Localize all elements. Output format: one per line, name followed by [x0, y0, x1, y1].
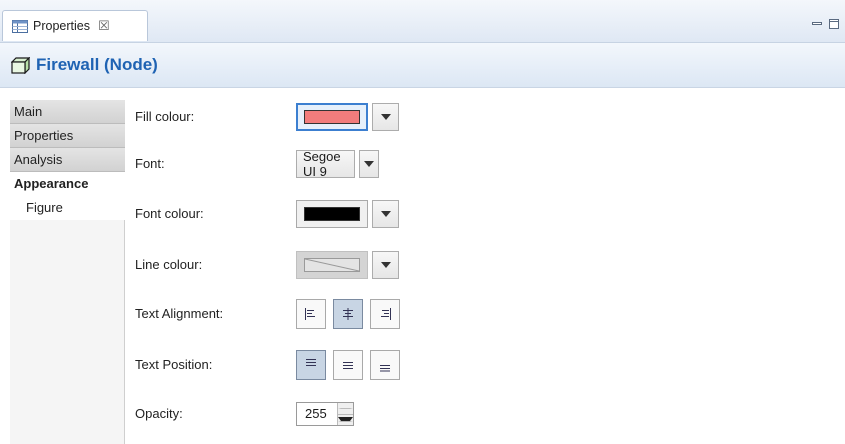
align-left-button[interactable]: [296, 299, 326, 329]
page-title: Firewall (Node): [36, 55, 158, 74]
section-tab-main[interactable]: Main: [10, 100, 125, 124]
tab-close-icon[interactable]: ☒: [98, 18, 110, 34]
node-icon: [11, 56, 30, 74]
font-dropdown[interactable]: [359, 150, 379, 178]
fill-colour-dropdown[interactable]: [372, 103, 399, 131]
align-left-icon: [305, 308, 315, 320]
font-colour-button[interactable]: [296, 200, 368, 228]
line-colour-button[interactable]: [296, 251, 368, 279]
font-colour-label: Font colour:: [135, 206, 204, 221]
tab-properties[interactable]: Properties ☒: [2, 10, 148, 41]
position-bottom-button[interactable]: [370, 350, 400, 380]
tab-label: Properties: [33, 19, 90, 33]
line-colour-label: Line colour:: [135, 257, 203, 272]
chevron-down-icon: [363, 161, 374, 167]
spin-up-button[interactable]: [338, 403, 353, 415]
section-tab-analysis[interactable]: Analysis: [10, 148, 125, 172]
section-tab-properties[interactable]: Properties: [10, 124, 125, 148]
chevron-down-icon: [380, 114, 391, 120]
maximize-icon[interactable]: [827, 18, 841, 30]
section-tab-figure[interactable]: Figure: [10, 196, 125, 220]
text-middle-icon: [343, 362, 353, 369]
fill-colour-button[interactable]: [296, 103, 368, 131]
font-label: Font:: [135, 156, 165, 171]
align-right-button[interactable]: [370, 299, 400, 329]
align-center-button[interactable]: [333, 299, 363, 329]
font-colour-swatch: [304, 207, 360, 221]
position-middle-button[interactable]: [333, 350, 363, 380]
view-tab-strip: Properties ☒: [0, 0, 845, 43]
align-right-icon: [381, 308, 391, 320]
properties-header: Firewall (Node): [0, 43, 845, 88]
font-button[interactable]: Segoe UI 9: [296, 149, 356, 179]
opacity-label: Opacity:: [135, 406, 183, 421]
properties-table-icon: [12, 19, 28, 33]
font-colour-dropdown[interactable]: [372, 200, 399, 228]
position-top-button[interactable]: [296, 350, 326, 380]
chevron-down-icon: [380, 262, 391, 268]
fill-colour-label: Fill colour:: [135, 109, 195, 124]
opacity-value[interactable]: 255: [297, 403, 337, 425]
align-center-icon: [343, 308, 353, 320]
text-alignment-label: Text Alignment:: [135, 306, 224, 321]
spin-down-button[interactable]: [338, 414, 353, 425]
chevron-up-icon: [338, 407, 353, 409]
text-bottom-icon: [380, 365, 390, 372]
minimize-icon[interactable]: [810, 18, 824, 30]
text-top-icon: [306, 359, 316, 366]
chevron-down-icon: [380, 211, 391, 217]
fill-colour-swatch: [304, 110, 360, 124]
section-tab-appearance[interactable]: Appearance: [10, 172, 125, 196]
opacity-spinner[interactable]: 255: [296, 402, 354, 426]
text-position-label: Text Position:: [135, 357, 213, 372]
line-colour-dropdown[interactable]: [372, 251, 399, 279]
no-colour-swatch-icon: [304, 258, 360, 272]
section-tabs: Main Properties Analysis Appearance Figu…: [10, 100, 125, 444]
chevron-down-icon: [338, 417, 353, 423]
